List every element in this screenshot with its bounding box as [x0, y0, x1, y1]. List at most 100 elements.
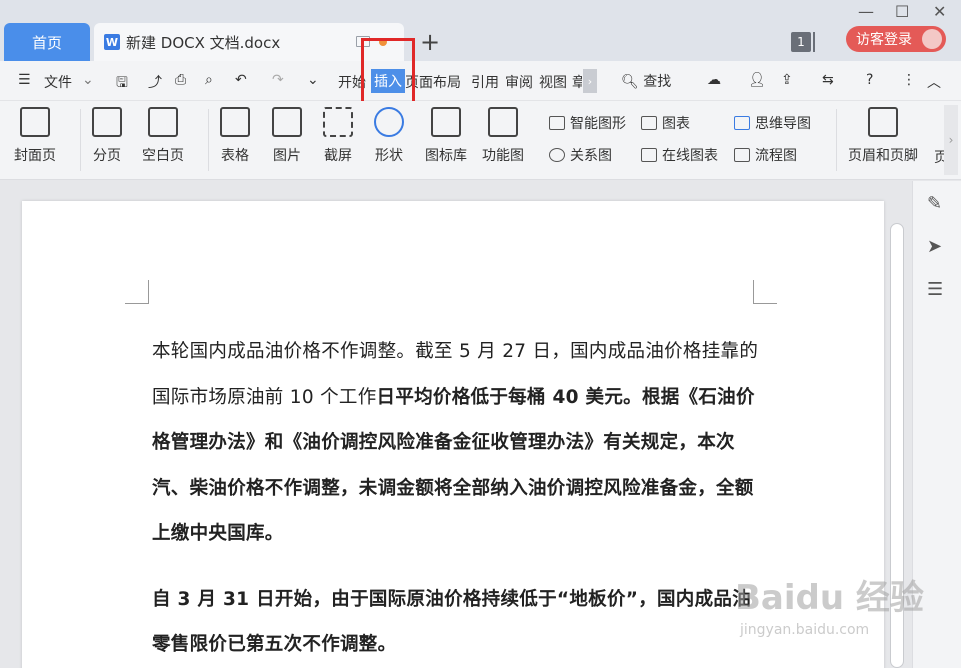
page-break-label: 分页: [93, 148, 121, 164]
maximize-button[interactable]: ☐: [895, 2, 909, 21]
help-icon[interactable]: ?: [866, 72, 873, 88]
icon-library-button[interactable]: 图标库: [425, 107, 467, 165]
document-body[interactable]: 本轮国内成品油价格不作调整。截至 5 月 27 日，国内成品油价格挂靠的国际市场…: [152, 329, 762, 668]
flowchart-icon: [734, 148, 750, 162]
table-label: 表格: [221, 148, 249, 164]
collapse-ribbon-icon[interactable]: ︿: [927, 72, 941, 92]
tab-view[interactable]: 视图: [539, 72, 567, 92]
document-title: 新建 DOCX 文档.docx: [126, 33, 281, 52]
login-label: 访客登录: [856, 32, 912, 48]
table-button[interactable]: 表格: [220, 107, 250, 165]
highlight-box: [361, 38, 415, 104]
minimize-button[interactable]: —: [858, 2, 874, 21]
mind-map-label: 思维导图: [755, 116, 811, 132]
relation-chart-button[interactable]: 关系图: [549, 145, 612, 165]
smart-art-button[interactable]: 智能图形: [549, 113, 626, 133]
find-button[interactable]: 🔍︎ 查找: [621, 71, 671, 91]
cover-page-button[interactable]: 封面页: [14, 107, 56, 165]
smart-art-label: 智能图形: [570, 116, 626, 132]
shape-icon: [374, 107, 404, 137]
crop-mark-top-right: [753, 280, 777, 304]
print-icon[interactable]: ⎙: [175, 72, 186, 88]
page-break-button[interactable]: 分页: [92, 107, 122, 165]
chart-label: 图表: [662, 116, 690, 132]
tab-document[interactable]: W 新建 DOCX 文档.docx: [94, 23, 404, 61]
cursor-icon[interactable]: ➤: [927, 236, 947, 257]
paragraph-1-bold: 日平均价格低于每桶 40 美元。根据《石油价格管理办法》和《油价调控风险准备金征…: [152, 386, 755, 545]
tab-reference[interactable]: 引用: [471, 72, 499, 92]
chart-button[interactable]: 图表: [641, 113, 690, 133]
mind-map-button[interactable]: 思维导图: [734, 113, 811, 133]
adjust-icon[interactable]: ☰: [927, 279, 947, 300]
function-chart-button[interactable]: 功能图: [482, 107, 524, 165]
ribbon-scroll-right[interactable]: ›: [944, 105, 958, 175]
hamburger-icon[interactable]: ☰: [18, 72, 31, 88]
tab-chapter[interactable]: 章: [572, 72, 582, 92]
picture-label: 图片: [273, 148, 301, 164]
paragraph-1: 本轮国内成品油价格不作调整。截至 5 月 27 日，国内成品油价格挂靠的国际市场…: [152, 329, 762, 557]
table-icon: [220, 107, 250, 137]
screenshot-label: 截屏: [324, 148, 352, 164]
screenshot-icon: [323, 107, 353, 137]
customize-icon[interactable]: ⌄: [307, 72, 319, 88]
picture-button[interactable]: 图片: [272, 107, 302, 165]
find-label: 查找: [643, 74, 672, 90]
save-icon[interactable]: 🖫: [116, 72, 128, 96]
menu-bar: ☰ 文件 ⌄ 🖫 ⤴ ⎙ ⌕ ↶ ↷ ⌄ 开始 插入 页面布局 引用 审阅 视图…: [0, 61, 961, 101]
chevron-down-icon[interactable]: ⌄: [82, 72, 94, 88]
more-icon[interactable]: ⋮: [902, 72, 916, 88]
export-icon[interactable]: ⤴: [148, 72, 162, 92]
chart-icon: [641, 116, 657, 130]
icon-library-icon: [431, 107, 461, 137]
cloud-icon[interactable]: ☁: [707, 72, 721, 88]
blank-page-button[interactable]: 空白页: [142, 107, 184, 165]
chevron-right-icon[interactable]: ›: [583, 69, 597, 93]
header-footer-icon: [868, 107, 898, 137]
divider: [80, 109, 81, 171]
toolbar-settings-icon[interactable]: ⇆: [822, 72, 834, 88]
share-icon[interactable]: ⇪: [781, 72, 793, 88]
shape-button[interactable]: 形状: [374, 107, 404, 165]
relation-chart-label: 关系图: [570, 148, 612, 164]
cover-page-label: 封面页: [14, 148, 56, 164]
avatar: [922, 29, 942, 49]
divider: [208, 109, 209, 171]
mind-map-icon: [734, 116, 750, 130]
crop-mark-top-left: [125, 280, 149, 304]
header-footer-label: 页眉和页脚: [848, 148, 918, 164]
pen-icon[interactable]: ✎: [927, 193, 947, 214]
undo-icon[interactable]: ↶: [235, 72, 247, 88]
share-user-icon[interactable]: 👤︎: [748, 72, 766, 88]
blank-page-label: 空白页: [142, 148, 184, 164]
login-button[interactable]: 访客登录: [846, 26, 946, 52]
tab-review[interactable]: 审阅: [505, 72, 533, 92]
tab-home[interactable]: 首页: [4, 23, 90, 61]
online-chart-icon: [641, 148, 657, 162]
redo-icon[interactable]: ↷: [272, 72, 284, 88]
header-footer-button[interactable]: 页眉和页脚: [848, 107, 918, 165]
blank-page-icon: [148, 107, 178, 137]
close-button[interactable]: ✕: [933, 2, 946, 21]
badge-divider: [813, 32, 816, 52]
online-chart-button[interactable]: 在线图表: [641, 145, 718, 165]
print-preview-icon[interactable]: ⌕: [205, 72, 213, 88]
page-break-icon: [92, 107, 122, 137]
icon-library-label: 图标库: [425, 148, 467, 164]
function-chart-icon: [488, 107, 518, 137]
cover-page-icon: [20, 107, 50, 137]
paragraph-2-bold: 自 3 月 31 日开始，由于国际原油价格持续低于“地板价”，国内成品油零售限价…: [152, 588, 751, 656]
insert-ribbon: 封面页 分页 空白页 表格 图片 截屏 形状 图标库 功能图 智能图形 图表 思…: [0, 101, 961, 180]
relation-chart-icon: [549, 148, 565, 162]
paragraph-2: 自 3 月 31 日开始，由于国际原油价格持续低于“地板价”，国内成品油零售限价…: [152, 577, 762, 668]
shape-label: 形状: [375, 148, 403, 164]
flowchart-button[interactable]: 流程图: [734, 145, 797, 165]
smart-art-icon: [549, 116, 565, 130]
window-count-badge[interactable]: 1: [791, 32, 811, 52]
title-bar: 首页 W 新建 DOCX 文档.docx + — ☐ ✕ 1 访客登录: [0, 0, 961, 61]
add-tab-button[interactable]: +: [420, 28, 440, 56]
screenshot-button[interactable]: 截屏: [323, 107, 353, 165]
flowchart-label: 流程图: [755, 148, 797, 164]
file-menu[interactable]: 文件: [44, 72, 72, 92]
wps-doc-icon: W: [104, 34, 120, 50]
divider: [836, 109, 837, 171]
